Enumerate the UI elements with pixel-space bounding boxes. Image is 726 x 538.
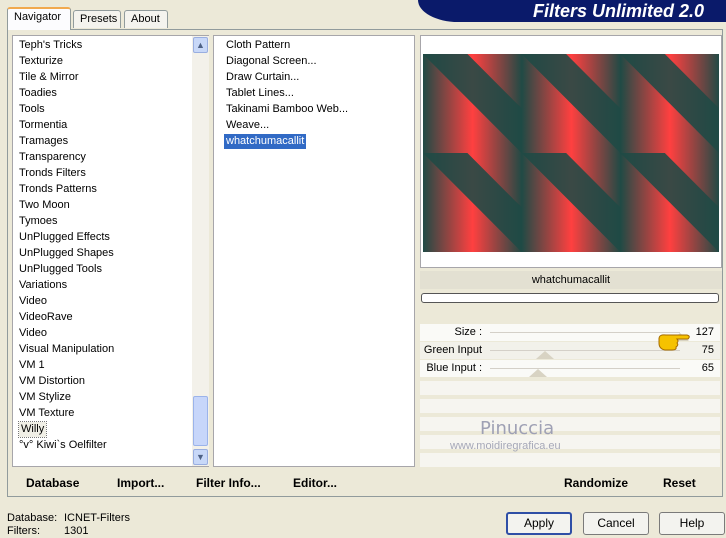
tab-presets[interactable]: Presets bbox=[73, 10, 121, 28]
category-item[interactable]: Visual Manipulation bbox=[19, 342, 114, 357]
app-banner: Filters Unlimited 2.0 bbox=[418, 0, 726, 22]
category-item[interactable]: Tymoes bbox=[19, 214, 58, 229]
watermark-name: Pinuccia bbox=[480, 418, 555, 439]
tab-presets-label: Presets bbox=[80, 13, 118, 25]
param-value: 75 bbox=[701, 344, 714, 356]
filter-name-label: whatchumacallit bbox=[420, 271, 722, 289]
empty-param-row bbox=[420, 399, 720, 413]
category-item[interactable]: Transparency bbox=[19, 150, 86, 165]
category-item[interactable]: Tormentia bbox=[19, 118, 67, 133]
filter-item[interactable]: Draw Curtain... bbox=[226, 70, 299, 85]
filter-item[interactable]: Tablet Lines... bbox=[226, 86, 294, 101]
filters-label: Filters: bbox=[7, 525, 40, 537]
database-button[interactable]: Database bbox=[26, 476, 79, 490]
param-label: Green Input : bbox=[423, 344, 482, 373]
tab-navigator[interactable]: Navigator bbox=[7, 7, 71, 30]
cancel-button[interactable]: Cancel bbox=[583, 512, 649, 535]
param-row[interactable]: Blue Input : 65 bbox=[420, 360, 720, 377]
slider-track[interactable] bbox=[490, 332, 680, 333]
empty-param-row bbox=[420, 417, 720, 431]
category-item[interactable]: VM Distortion bbox=[19, 374, 85, 389]
category-item[interactable]: Texturize bbox=[19, 54, 63, 69]
category-item[interactable]: Tools bbox=[19, 102, 45, 117]
category-item[interactable]: Willy bbox=[17, 421, 48, 438]
watermark-url: www.moidiregrafica.eu bbox=[450, 440, 561, 452]
slider-thumb[interactable] bbox=[528, 369, 547, 377]
filter-item[interactable]: whatchumacallit bbox=[224, 134, 307, 149]
progress-bar bbox=[421, 293, 719, 303]
category-item[interactable]: Tile & Mirror bbox=[19, 70, 78, 85]
slider-track[interactable] bbox=[490, 368, 680, 369]
category-list: Teph's Tricks Texturize Tile & Mirror Toadi… bbox=[12, 35, 209, 467]
tab-about-label: About bbox=[131, 13, 160, 25]
filter-item[interactable]: Takinami Bamboo Web... bbox=[226, 102, 348, 117]
category-item[interactable]: Two Moon bbox=[19, 198, 70, 213]
category-item[interactable]: UnPlugged Tools bbox=[19, 262, 102, 277]
category-item[interactable]: UnPlugged Shapes bbox=[19, 246, 114, 261]
help-button[interactable]: Help bbox=[659, 512, 725, 535]
param-value: 65 bbox=[701, 362, 714, 374]
randomize-button[interactable]: Randomize bbox=[564, 476, 628, 490]
filter-item[interactable]: Diagonal Screen... bbox=[226, 54, 317, 69]
database-value: ICNET-Filters bbox=[64, 512, 130, 524]
category-item[interactable]: VM Texture bbox=[19, 406, 74, 421]
category-item[interactable]: VideoRave bbox=[19, 310, 73, 325]
scroll-down-button[interactable]: ▼ bbox=[193, 449, 208, 465]
category-item[interactable]: UnPlugged Effects bbox=[19, 230, 110, 245]
category-item[interactable]: Tronds Patterns bbox=[19, 182, 97, 197]
editor-button[interactable]: Editor... bbox=[293, 476, 337, 490]
category-item[interactable]: Video bbox=[19, 326, 47, 341]
tab-about[interactable]: About bbox=[124, 10, 168, 28]
param-label: Blue Input : bbox=[426, 362, 482, 374]
scroll-thumb[interactable] bbox=[193, 396, 208, 446]
param-label: Size : bbox=[454, 326, 482, 338]
preview-panel bbox=[420, 35, 722, 268]
filter-list: Cloth Pattern Diagonal Screen... Draw Curt… bbox=[213, 35, 415, 467]
scroll-up-button[interactable]: ▲ bbox=[193, 37, 208, 53]
category-item[interactable]: Video bbox=[19, 294, 47, 309]
param-value: 127 bbox=[695, 326, 714, 338]
category-item[interactable]: Tramages bbox=[19, 134, 68, 149]
filters-count: 1301 bbox=[64, 525, 89, 537]
pointer-hand-icon bbox=[658, 334, 690, 351]
category-scrollbar[interactable]: ▲ ▼ bbox=[192, 36, 209, 466]
import-button[interactable]: Import... bbox=[117, 476, 164, 490]
slider-thumb[interactable] bbox=[536, 351, 555, 359]
tab-navigator-label: Navigator bbox=[14, 11, 62, 23]
apply-button[interactable]: Apply bbox=[506, 512, 572, 535]
category-item[interactable]: Teph's Tricks bbox=[19, 38, 82, 53]
reset-button[interactable]: Reset bbox=[663, 476, 696, 490]
filter-item[interactable]: Weave... bbox=[226, 118, 269, 133]
empty-param-row bbox=[420, 381, 720, 395]
filter-item[interactable]: Cloth Pattern bbox=[226, 38, 290, 53]
filter-info-button[interactable]: Filter Info... bbox=[196, 476, 261, 490]
empty-param-row bbox=[420, 453, 720, 467]
category-item[interactable]: Tronds Filters bbox=[19, 166, 86, 181]
database-label: Database: bbox=[7, 512, 58, 524]
slider-track[interactable] bbox=[490, 350, 680, 351]
preview-image bbox=[423, 54, 719, 252]
category-item[interactable]: Variations bbox=[19, 278, 67, 293]
category-item[interactable]: VM Stylize bbox=[19, 390, 71, 405]
category-item[interactable]: °v° Kiwi`s Oelfilter bbox=[19, 438, 107, 453]
category-item[interactable]: VM 1 bbox=[19, 358, 45, 373]
category-item[interactable]: Toadies bbox=[19, 86, 57, 101]
